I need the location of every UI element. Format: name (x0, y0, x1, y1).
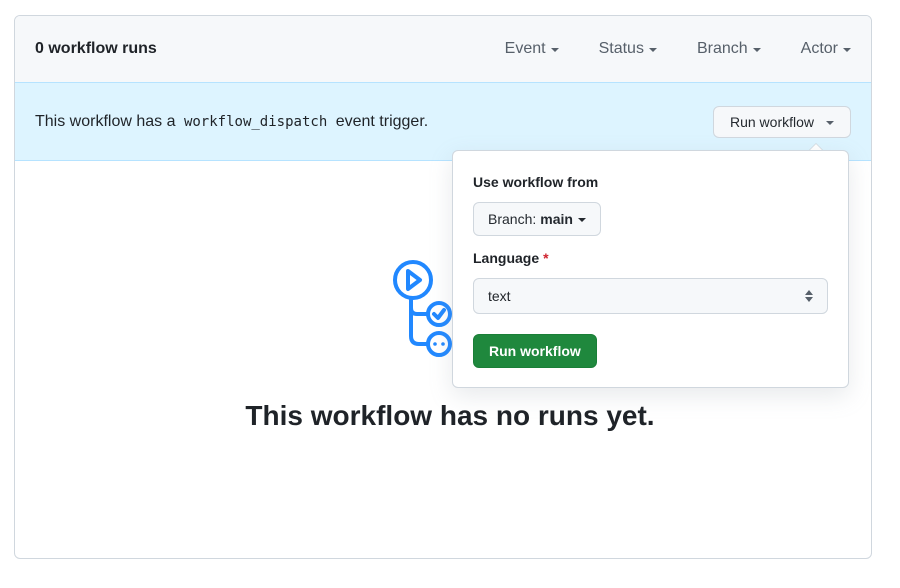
language-value: text (488, 288, 511, 304)
required-mark: * (543, 250, 549, 266)
runs-header: 0 workflow runs Event Status Branch Acto… (15, 16, 871, 83)
button-label: Run workflow (729, 113, 814, 130)
caret-down-icon (648, 48, 657, 52)
branch-prefix: Branch: (488, 211, 537, 227)
banner-message: This workflow has a workflow_dispatch ev… (35, 113, 713, 131)
caret-down-icon (752, 48, 761, 52)
filter-label: Status (598, 40, 644, 57)
caret-down-icon (843, 48, 851, 52)
run-workflow-popover: Use workflow from Branch: main Language * … (452, 150, 849, 388)
language-label-text: Language (473, 250, 540, 266)
banner-code: workflow_dispatch (183, 113, 328, 130)
select-arrows-icon (805, 290, 813, 302)
language-label: Language * (473, 250, 828, 266)
branch-value: main (540, 211, 573, 227)
empty-state-title: This workflow has no runs yet. (245, 400, 655, 431)
caret-down-icon (550, 48, 559, 52)
workflow-icon (393, 260, 452, 357)
filter-actor[interactable]: Actor (801, 40, 851, 58)
branch-select-button[interactable]: Branch: main (473, 202, 601, 236)
use-workflow-from-label: Use workflow from (473, 174, 599, 190)
banner-prefix: This workflow has a (35, 112, 176, 130)
language-select[interactable]: text (473, 278, 828, 314)
filter-event[interactable]: Event (505, 40, 559, 58)
run-workflow-dropdown-button[interactable]: Run workflow (712, 105, 851, 138)
caret-down-icon (577, 218, 586, 222)
caret-down-icon (826, 120, 834, 125)
filter-label: Event (504, 40, 546, 57)
filter-branch[interactable]: Branch (697, 40, 761, 58)
filter-bar: Event Status Branch Actor (505, 40, 851, 58)
run-workflow-submit-button[interactable]: Run workflow (473, 334, 597, 368)
filter-status[interactable]: Status (599, 40, 657, 58)
run-count: 0 workflow runs (35, 40, 157, 57)
filter-label: Branch (696, 40, 748, 57)
filter-label: Actor (800, 40, 838, 57)
banner-suffix: event trigger. (335, 112, 429, 130)
